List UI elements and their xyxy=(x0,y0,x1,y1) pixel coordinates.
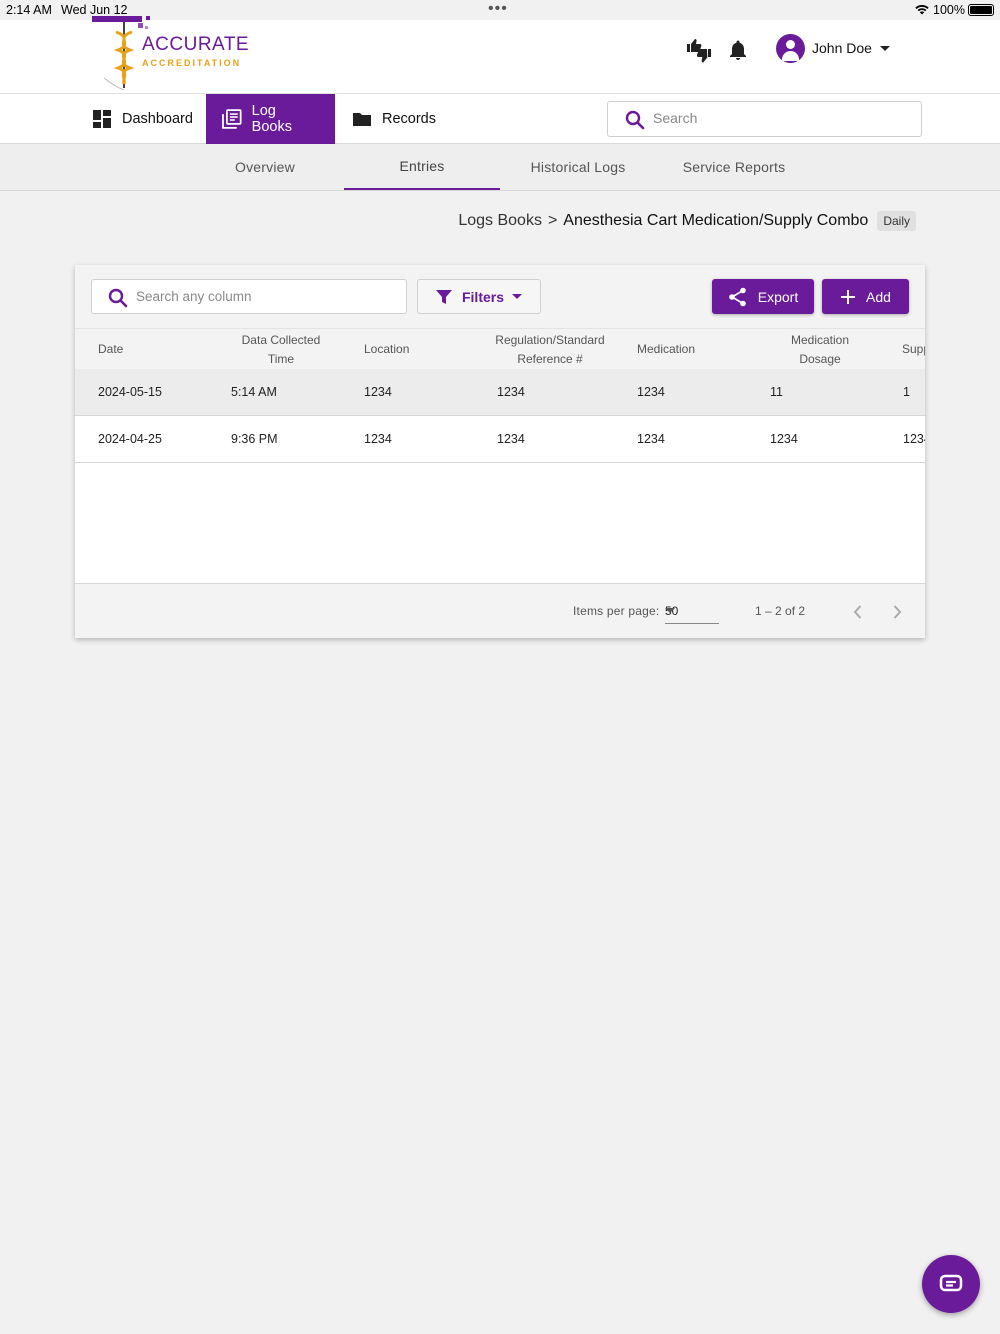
page-range: 1 – 2 of 2 xyxy=(755,604,806,618)
caduceus-icon xyxy=(92,16,150,90)
table-cell: 1 xyxy=(903,385,910,399)
sub-tabs: Overview Entries Historical Logs Service… xyxy=(0,144,1000,191)
search-icon xyxy=(625,110,645,130)
chevron-down-icon xyxy=(512,294,522,299)
export-button[interactable]: Export xyxy=(712,279,814,314)
nav-item-label: Dashboard xyxy=(122,111,193,127)
filters-button[interactable]: Filters xyxy=(417,279,541,314)
items-per-page-select[interactable]: 50 xyxy=(665,600,719,624)
plus-icon xyxy=(841,289,856,304)
export-label: Export xyxy=(757,288,799,305)
chevron-down-icon xyxy=(879,45,890,51)
tab-overview[interactable]: Overview xyxy=(187,144,343,190)
column-header-supply[interactable]: Supp xyxy=(902,329,925,370)
notifications-bell-icon[interactable] xyxy=(726,38,752,64)
chat-icon xyxy=(939,1274,963,1292)
column-search[interactable] xyxy=(91,279,407,314)
table-cell: 1234 xyxy=(364,385,392,399)
table-paginator: Items per page: 50 1 – 2 of 2 xyxy=(75,583,925,638)
app-header: ACCURATE ACCREDITATION John Doe xyxy=(0,16,1000,94)
user-name: John Doe xyxy=(812,40,872,56)
share-icon xyxy=(728,287,746,306)
multitask-dots-icon[interactable]: ••• xyxy=(488,0,508,18)
next-page-icon[interactable] xyxy=(886,601,908,623)
items-per-page-label: Items per page: xyxy=(573,604,660,618)
column-header-data-collected-time[interactable]: Data Collected Time xyxy=(231,329,331,370)
table-cell: 9:36 PM xyxy=(231,432,278,446)
nav-item-records[interactable]: Records xyxy=(336,94,452,144)
breadcrumb-current: Anesthesia Cart Medication/Supply Combo xyxy=(563,212,869,229)
table-cell: 1234 xyxy=(903,432,925,446)
table-row[interactable]: 2024-05-15 5:14 AM 1234 1234 1234 11 1 xyxy=(75,369,925,416)
filters-label: Filters xyxy=(461,288,504,305)
dashboard-icon xyxy=(93,110,111,128)
add-label: Add xyxy=(866,288,891,305)
main-nav: Dashboard Log Books Records xyxy=(0,94,1000,144)
user-menu[interactable]: John Doe xyxy=(776,32,890,64)
nav-item-dashboard[interactable]: Dashboard xyxy=(76,94,209,144)
frequency-badge: Daily xyxy=(877,211,916,231)
column-header-medication-dosage[interactable]: Medication Dosage xyxy=(783,329,857,370)
feedback-thumbs-icon[interactable] xyxy=(686,38,712,64)
dropdown-arrow-icon xyxy=(665,608,675,613)
table-cell: 1234 xyxy=(497,432,525,446)
column-header-date[interactable]: Date xyxy=(98,329,123,370)
entries-card: Filters Export Add Date Data Collected T… xyxy=(75,265,925,638)
nav-item-label: Log Books xyxy=(251,103,292,135)
avatar xyxy=(776,33,805,63)
brand-logo[interactable]: ACCURATE ACCREDITATION xyxy=(90,14,250,90)
table-cell: 1234 xyxy=(637,432,665,446)
search-icon xyxy=(108,288,128,308)
table-header: Date Data Collected Time Location Regula… xyxy=(75,328,925,369)
search-input[interactable] xyxy=(653,110,903,126)
table-cell: 1234 xyxy=(637,385,665,399)
column-header-location[interactable]: Location xyxy=(364,329,409,370)
nav-item-log-books[interactable]: Log Books xyxy=(206,94,335,144)
chat-button[interactable] xyxy=(922,1255,980,1313)
table-cell: 2024-04-25 xyxy=(98,432,162,446)
table-cell: 1234 xyxy=(770,432,798,446)
table-cell: 1234 xyxy=(364,432,392,446)
brand-name: ACCURATE xyxy=(142,34,250,55)
battery-icon xyxy=(968,4,994,16)
table-cell: 5:14 AM xyxy=(231,385,277,399)
breadcrumb-root[interactable]: Logs Books xyxy=(458,212,542,230)
brand-subname: ACCREDITATION xyxy=(142,58,242,68)
status-time: 2:14 AM xyxy=(6,3,52,17)
add-button[interactable]: Add xyxy=(822,279,909,314)
tab-historical-logs[interactable]: Historical Logs xyxy=(500,144,656,190)
breadcrumb-separator: > xyxy=(547,212,558,229)
previous-page-icon[interactable] xyxy=(847,601,869,623)
column-header-medication[interactable]: Medication xyxy=(637,329,695,370)
battery-percent: 100% xyxy=(933,3,965,17)
tab-entries[interactable]: Entries xyxy=(344,144,500,190)
filter-funnel-icon xyxy=(435,289,452,304)
tab-service-reports[interactable]: Service Reports xyxy=(656,144,812,190)
table-toolbar: Filters Export Add xyxy=(75,265,925,328)
table-cell: 2024-05-15 xyxy=(98,385,162,399)
table-cell: 1234 xyxy=(497,385,525,399)
folder-icon xyxy=(353,113,371,126)
wifi-icon xyxy=(914,3,930,18)
table-cell: 11 xyxy=(770,385,783,399)
global-search[interactable] xyxy=(607,101,922,137)
column-search-input[interactable] xyxy=(136,289,386,304)
table-row[interactable]: 2024-04-25 9:36 PM 1234 1234 1234 1234 1… xyxy=(75,416,925,463)
column-header-regulation[interactable]: Regulation/Standard Reference # xyxy=(485,329,615,370)
logbook-icon xyxy=(222,109,242,129)
nav-item-label: Records xyxy=(382,111,436,127)
breadcrumb: Logs Books > Anesthesia Cart Medication/… xyxy=(458,211,916,231)
